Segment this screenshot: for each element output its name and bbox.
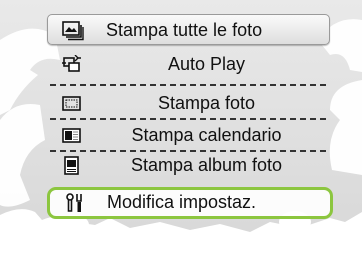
menu-item-print-album[interactable]: Stampa album foto [47,150,330,181]
print-menu-screen: Stampa tutte le foto Auto Play Stampa fo… [0,0,362,270]
print-photo-icon [61,94,83,114]
menu-item-print-all-photos[interactable]: Stampa tutte le foto [47,14,330,45]
menu-item-label: Auto Play [167,54,246,74]
menu-item-print-photo[interactable]: Stampa foto [47,88,330,119]
settings-tools-icon [64,193,86,213]
menu-item-label: Modifica impostaz. [107,192,257,212]
menu-item-print-calendar[interactable]: Stampa calendario [47,120,330,151]
menu-item-auto-play[interactable]: Auto Play [47,49,330,80]
print-all-photos-icon [62,21,84,41]
menu-item-label: Stampa foto [157,93,256,113]
menu-item-label: Stampa album foto [130,155,283,175]
auto-play-icon [61,55,83,75]
menu-item-label: Stampa tutte le foto [106,20,263,40]
menu-divider [50,84,326,86]
menu-item-label: Stampa calendario [131,125,282,145]
print-calendar-icon [61,126,83,146]
print-album-icon [61,156,83,176]
menu-item-settings[interactable]: Modifica impostaz. [47,187,333,219]
